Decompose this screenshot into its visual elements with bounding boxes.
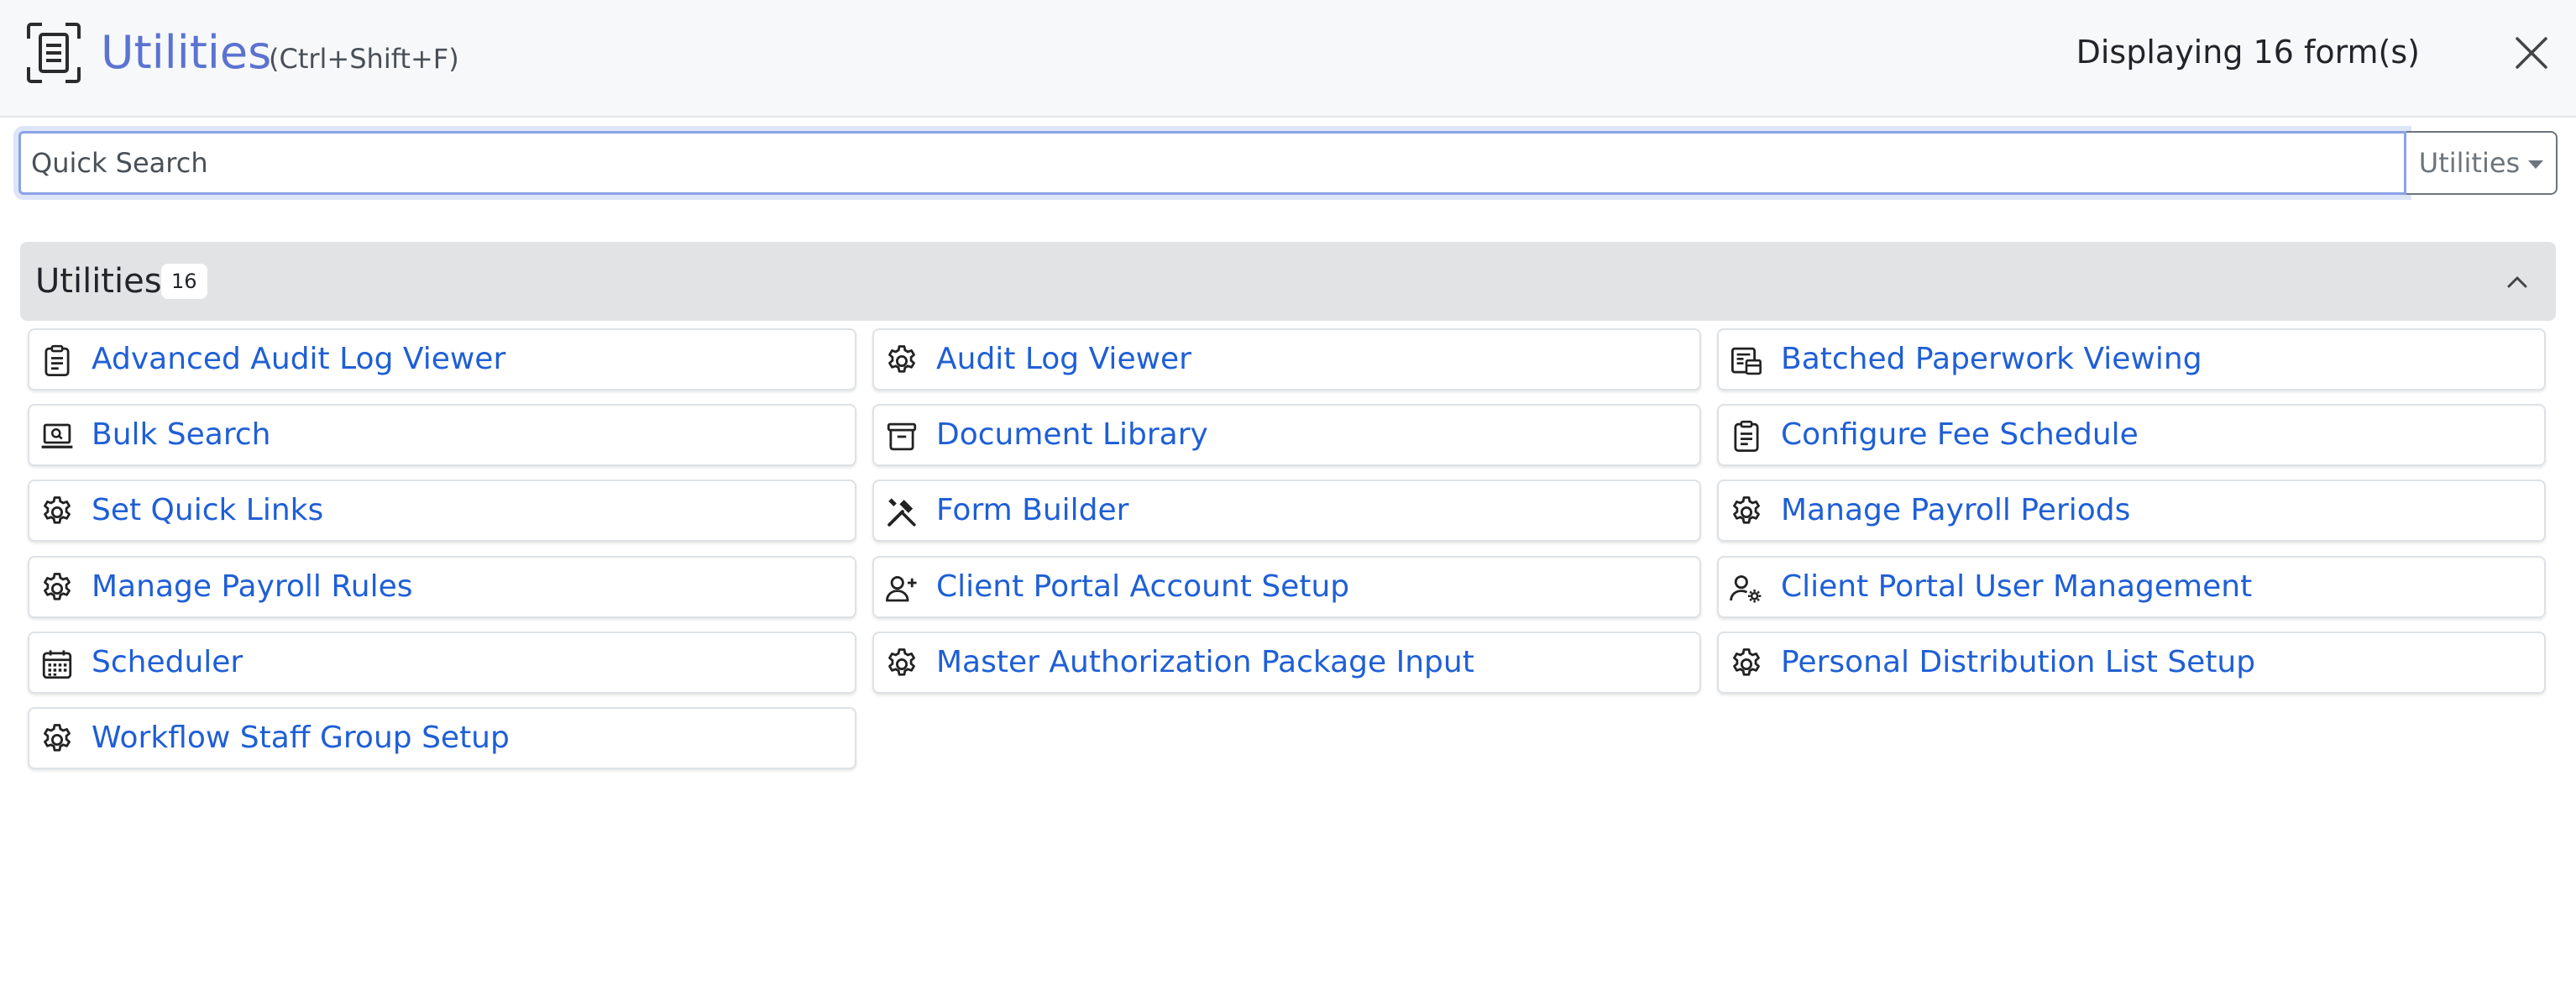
close-button[interactable] <box>2512 34 2551 72</box>
gear-icon <box>39 571 75 606</box>
form-link-label: Document Library <box>936 417 1208 452</box>
group-title: Utilities <box>35 262 162 301</box>
form-link-label: Personal Distribution List Setup <box>1781 645 2256 679</box>
search-scope-dropdown[interactable]: Utilities <box>2406 131 2558 195</box>
form-count-text: Displaying 16 form(s) <box>2076 34 2420 71</box>
form-link-client-portal-account-setup[interactable]: Client Portal Account Setup <box>872 556 1701 618</box>
calendar-icon <box>39 647 75 682</box>
documents-stack-icon <box>1729 343 1764 379</box>
form-link-label: Master Authorization Package Input <box>936 645 1474 679</box>
gear-icon <box>39 495 75 530</box>
form-link-master-authorization-package-input[interactable]: Master Authorization Package Input <box>872 632 1701 694</box>
form-link-label: Client Portal Account Setup <box>936 569 1350 604</box>
form-link-manage-payroll-periods[interactable]: Manage Payroll Periods <box>1717 480 2546 542</box>
form-link-label: Manage Payroll Rules <box>92 569 413 604</box>
form-list-icon <box>25 22 82 84</box>
search-bar: Utilities <box>18 131 2558 195</box>
group-header-utilities[interactable]: Utilities 16 <box>20 242 2556 321</box>
form-link-document-library[interactable]: Document Library <box>872 404 1701 466</box>
form-link-label: Configure Fee Schedule <box>1781 417 2139 452</box>
gear-icon <box>1729 495 1764 530</box>
form-link-label: Scheduler <box>92 645 243 679</box>
form-link-set-quick-links[interactable]: Set Quick Links <box>28 480 856 542</box>
form-link-form-builder[interactable]: Form Builder <box>872 480 1701 542</box>
form-link-label: Form Builder <box>936 493 1129 527</box>
form-link-label: Advanced Audit Log Viewer <box>92 342 506 376</box>
user-plus-icon <box>884 571 919 606</box>
form-link-batched-paperwork-viewing[interactable]: Batched Paperwork Viewing <box>1717 328 2546 391</box>
quick-search-input[interactable] <box>18 131 2406 195</box>
search-scope-label: Utilities <box>2418 147 2521 179</box>
clipboard-list-icon <box>39 343 75 379</box>
keyboard-shortcut-hint: (Ctrl+Shift+F) <box>269 43 459 75</box>
form-link-workflow-staff-group-setup[interactable]: Workflow Staff Group Setup <box>28 707 856 769</box>
gear-icon <box>39 722 75 757</box>
close-icon <box>2516 37 2547 69</box>
form-link-label: Set Quick Links <box>92 493 324 527</box>
form-link-manage-payroll-rules[interactable]: Manage Payroll Rules <box>28 556 856 618</box>
caret-down-icon <box>2528 160 2544 169</box>
form-link-label: Batched Paperwork Viewing <box>1781 342 2202 376</box>
laptop-search-icon <box>39 419 75 454</box>
gear-icon <box>884 647 919 682</box>
form-link-label: Workflow Staff Group Setup <box>92 721 510 755</box>
form-link-audit-log-viewer[interactable]: Audit Log Viewer <box>872 328 1701 391</box>
form-link-label: Audit Log Viewer <box>936 342 1191 376</box>
form-link-personal-distribution-list-setup[interactable]: Personal Distribution List Setup <box>1717 632 2546 694</box>
form-link-label: Manage Payroll Periods <box>1781 493 2131 527</box>
form-link-configure-fee-schedule[interactable]: Configure Fee Schedule <box>1717 404 2546 466</box>
group-count-badge: 16 <box>161 264 207 299</box>
chevron-up-icon[interactable] <box>2502 267 2532 297</box>
archive-box-icon <box>884 419 919 454</box>
hammer-wrench-icon <box>884 495 919 530</box>
modal-header: Utilities (Ctrl+Shift+F) Displaying 16 f… <box>0 0 2576 118</box>
form-link-label: Bulk Search <box>92 417 271 452</box>
form-link-scheduler[interactable]: Scheduler <box>28 632 856 694</box>
form-link-bulk-search[interactable]: Bulk Search <box>28 404 856 466</box>
clipboard-list-icon <box>1729 419 1764 454</box>
gear-icon <box>884 343 919 379</box>
form-link-client-portal-user-management[interactable]: Client Portal User Management <box>1717 556 2546 618</box>
form-link-advanced-audit-log-viewer[interactable]: Advanced Audit Log Viewer <box>28 328 856 391</box>
gear-icon <box>1729 647 1764 682</box>
form-link-label: Client Portal User Management <box>1781 569 2253 604</box>
page-title: Utilities <box>101 26 272 79</box>
user-gear-icon <box>1729 571 1764 606</box>
